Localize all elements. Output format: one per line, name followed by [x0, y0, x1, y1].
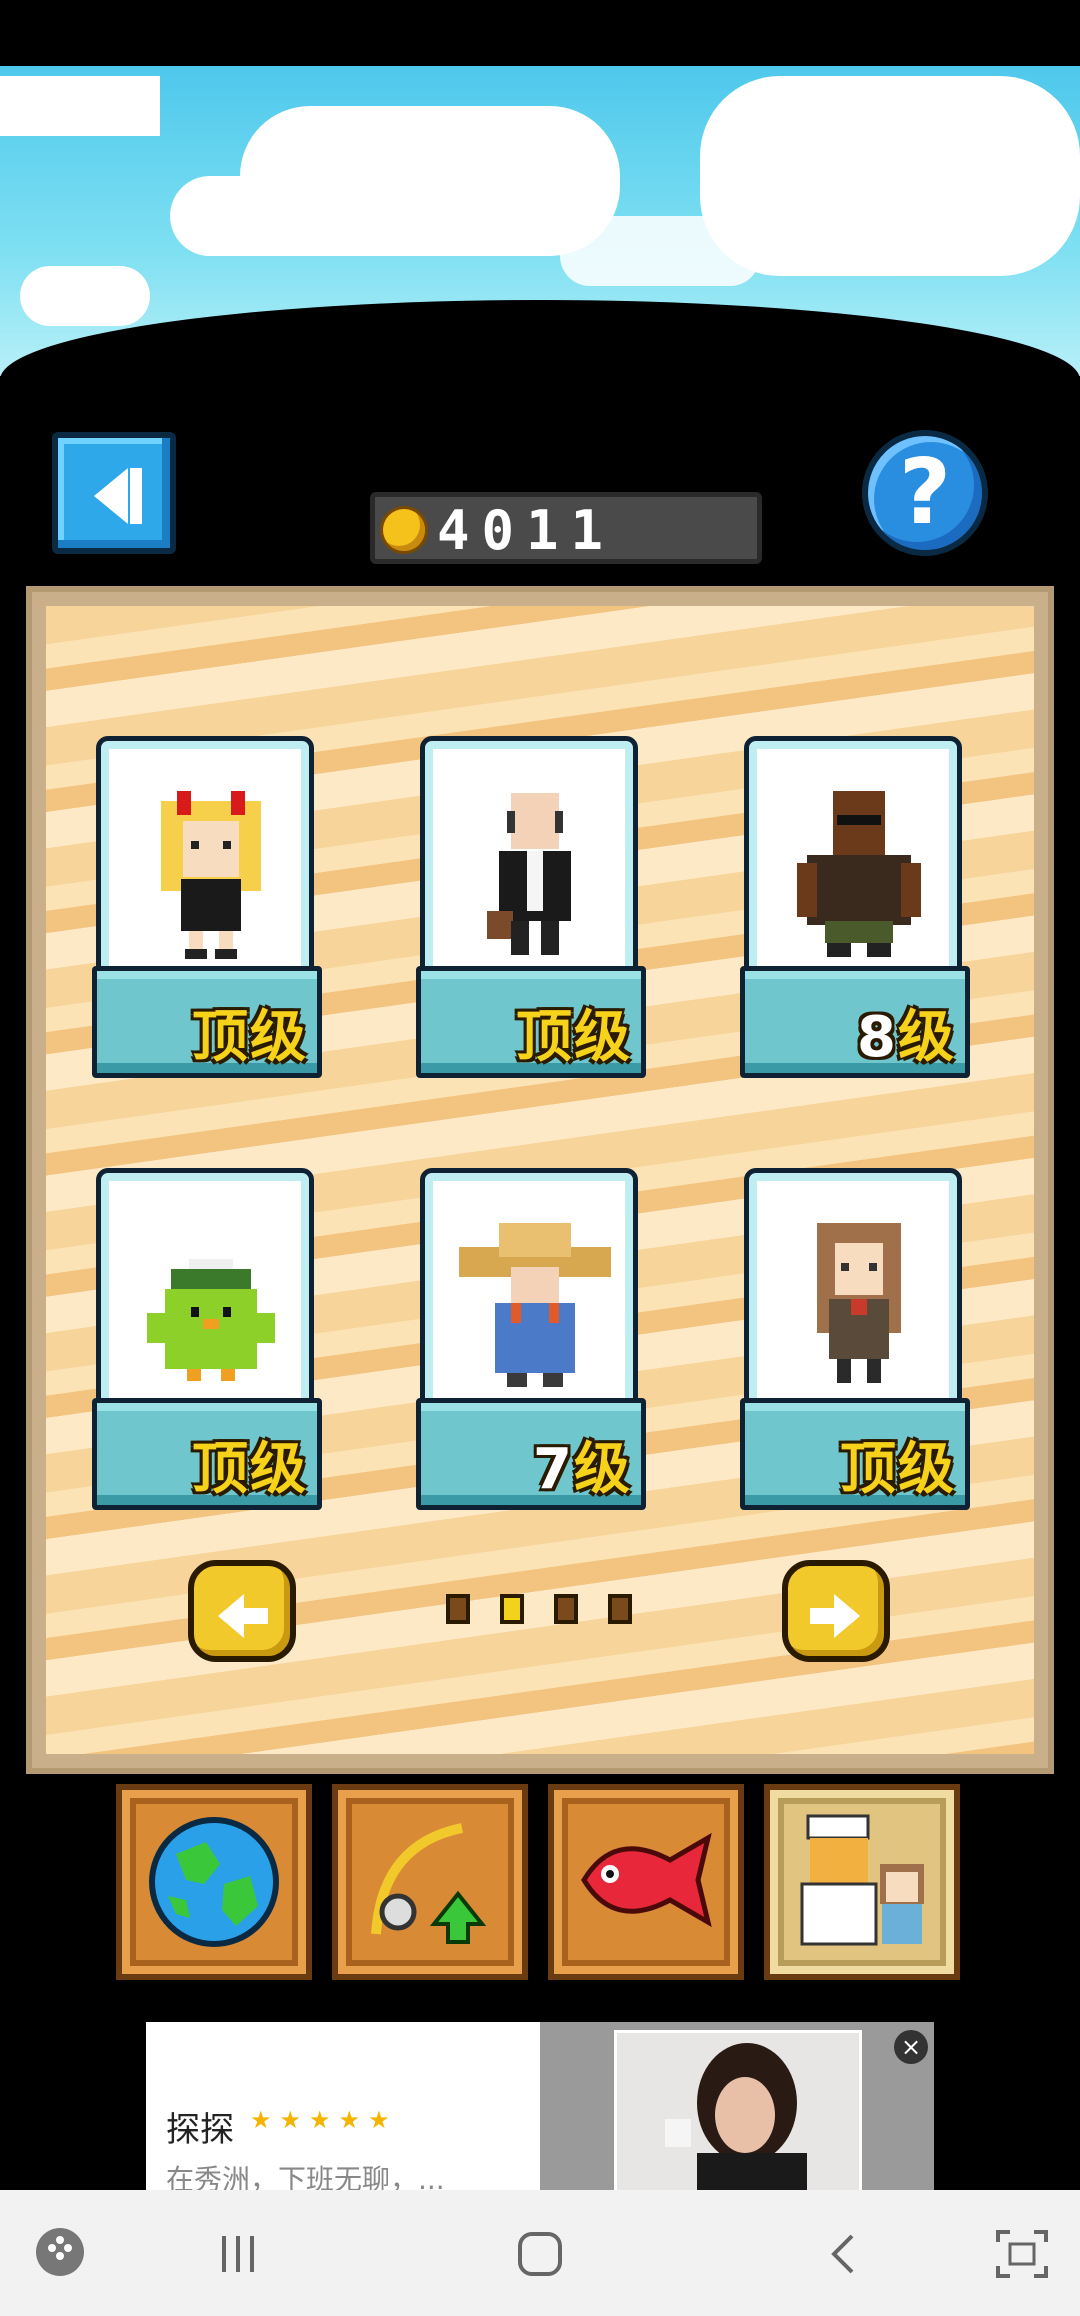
fishing-rod-upgrade-icon [371, 1823, 487, 1944]
system-nav-bar [0, 2190, 1080, 2316]
cloud [170, 176, 350, 256]
back-button[interactable] [52, 432, 176, 554]
card-level: 顶级 [192, 1437, 308, 1502]
ad-person-image [665, 2043, 807, 2190]
cloud [0, 76, 160, 136]
red-fish-icon [581, 1832, 712, 1928]
characters-icon [800, 1814, 924, 1946]
ad-close-button[interactable]: × [894, 2030, 928, 2064]
tab-fishing-rod[interactable] [332, 1784, 528, 1980]
character-card[interactable]: 顶级 [92, 1168, 322, 1518]
tab-world[interactable] [116, 1784, 312, 1980]
arrow-left-icon [218, 1594, 244, 1638]
page-dot-active [500, 1594, 524, 1624]
ad-rating-stars: ★★★★★ [250, 2106, 398, 2134]
screenshot-icon[interactable] [994, 2226, 1050, 2282]
coin-icon [383, 509, 425, 551]
arrow-right-icon [834, 1594, 860, 1638]
horned-girl-sprite [161, 791, 261, 959]
ad-photo-frame [614, 2030, 862, 2190]
brown-haired-girl-sprite [817, 1223, 901, 1383]
tab-characters[interactable] [764, 1784, 960, 1980]
card-portrait [420, 736, 638, 996]
page-dot [446, 1594, 470, 1624]
page-dot [554, 1594, 578, 1624]
card-level: 顶级 [516, 1005, 632, 1070]
straw-hat-granny-sprite [459, 1223, 611, 1387]
arrow-left-shaft [242, 1608, 268, 1624]
bearded-brute-sprite [797, 791, 921, 957]
card-level: 顶级 [192, 1005, 308, 1070]
globe-icon [149, 1817, 279, 1947]
card-portrait [420, 1168, 638, 1428]
green-bird-sprite [147, 1259, 275, 1381]
card-level: 8级 [857, 1005, 956, 1070]
character-card[interactable]: 顶级 [92, 736, 322, 1086]
character-card[interactable]: 顶级 [416, 736, 646, 1086]
card-level: 7级 [533, 1437, 632, 1502]
character-card[interactable]: 7级 [416, 1168, 646, 1518]
arrow-right-shaft [810, 1608, 836, 1624]
cloud [20, 266, 150, 326]
back-arrow-icon [94, 468, 128, 524]
ad-description: 在秀洲，下班无聊，... [166, 2163, 445, 2190]
card-portrait [96, 736, 314, 996]
coin-counter: 4011 [370, 492, 762, 564]
card-portrait [744, 736, 962, 996]
next-page-button[interactable] [782, 1560, 890, 1662]
recent-apps-icon[interactable] [216, 2232, 260, 2276]
page-dot [608, 1594, 632, 1624]
cloud [560, 216, 760, 286]
card-portrait [744, 1168, 962, 1428]
home-icon[interactable] [516, 2230, 564, 2278]
card-portrait [96, 1168, 314, 1428]
ad-banner[interactable]: 探探 ★★★★★ 在秀洲，下班无聊，... × [146, 2022, 934, 2190]
tab-fish[interactable] [548, 1784, 744, 1980]
character-card[interactable]: 顶级 [740, 1168, 970, 1518]
back-arrow-bar [130, 468, 142, 524]
card-level: 顶级 [840, 1437, 956, 1502]
prev-page-button[interactable] [188, 1560, 296, 1662]
ad-image [540, 2022, 934, 2190]
help-button[interactable]: ? [862, 430, 988, 556]
character-card[interactable]: 8级 [740, 736, 970, 1086]
ad-title: 探探 [166, 2110, 234, 2150]
back-icon[interactable] [824, 2232, 864, 2276]
game-tools-icon[interactable] [32, 2224, 88, 2280]
coin-value: 4011 [437, 499, 616, 562]
bald-businessman-sprite [487, 793, 571, 955]
